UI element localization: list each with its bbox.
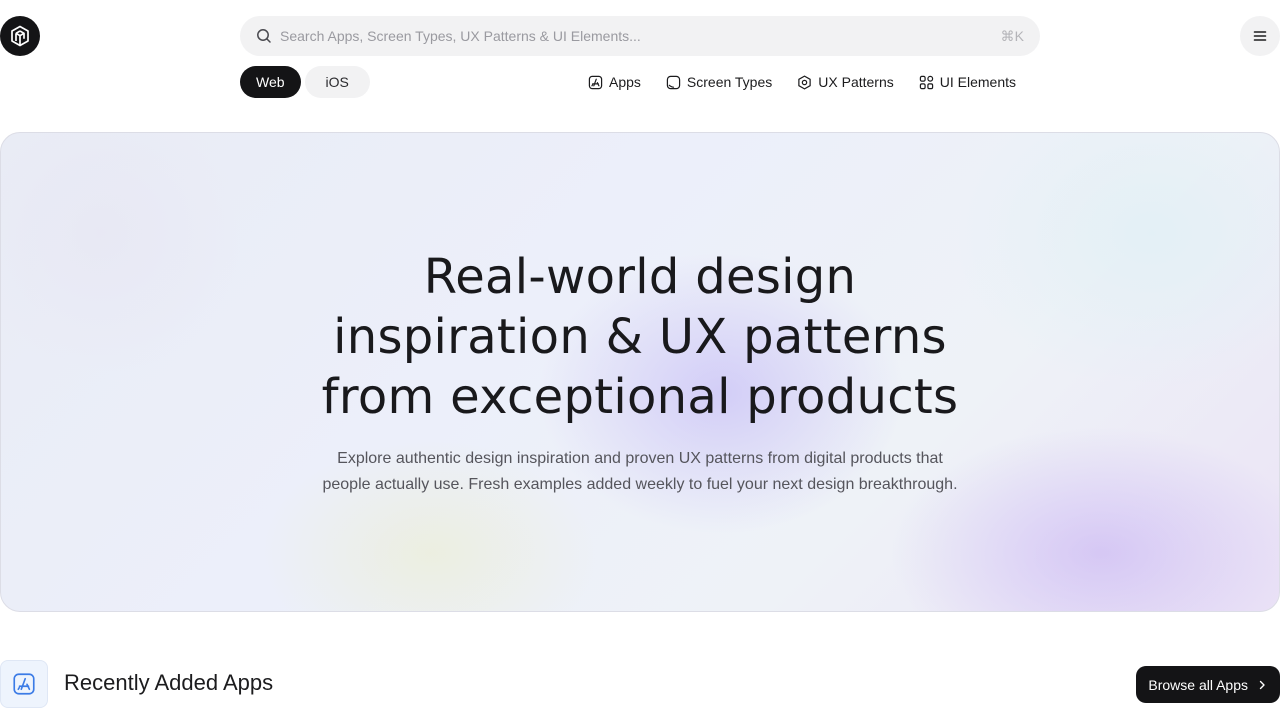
nav-item-label: UI Elements bbox=[939, 74, 1016, 90]
nav-item-apps[interactable]: Apps bbox=[580, 66, 649, 98]
section-app-store-icon-tile bbox=[0, 660, 48, 708]
keyboard-shortcut-hint: ⌘K bbox=[1000, 27, 1024, 44]
platform-toggle: Web iOS bbox=[240, 66, 370, 98]
app-store-icon bbox=[588, 75, 603, 89]
platform-ios-button[interactable]: iOS bbox=[304, 66, 370, 98]
nav-item-label: Screen Types bbox=[686, 74, 773, 90]
hero-subtitle: Explore authentic design inspiration and… bbox=[1, 446, 1279, 498]
logo-icon bbox=[11, 25, 29, 47]
app-store-icon bbox=[13, 673, 35, 695]
nav-item-ui-elements[interactable]: UI Elements bbox=[911, 66, 1024, 98]
nav-item-screen-types[interactable]: Screen Types bbox=[658, 66, 780, 98]
section-title: Recently Added Apps bbox=[64, 670, 274, 695]
search-icon bbox=[256, 28, 272, 44]
hero-banner: Real-world design inspiration & UX patte… bbox=[0, 132, 1280, 612]
menu-button[interactable] bbox=[1240, 16, 1280, 56]
hero-title: Real-world design inspiration & UX patte… bbox=[1, 247, 1279, 427]
nav-item-label: Apps bbox=[608, 74, 641, 90]
chevron-right-icon bbox=[1259, 680, 1265, 689]
hero-title-line: inspiration & UX patterns bbox=[333, 309, 947, 365]
hero-subtitle-line: Explore authentic design inspiration and… bbox=[337, 450, 943, 467]
hero-subtitle-line: people actually use. Fresh examples adde… bbox=[322, 476, 958, 493]
browse-all-apps-label: Browse all Apps bbox=[1148, 676, 1248, 693]
hero-title-line: from exceptional products bbox=[321, 369, 959, 425]
platform-web-button[interactable]: Web bbox=[240, 66, 301, 98]
category-nav: Apps Screen Types UX Patterns UI Element… bbox=[571, 66, 1024, 98]
hamburger-menu-icon bbox=[1253, 31, 1267, 41]
grid-icon bbox=[919, 75, 933, 89]
screen-icon bbox=[666, 75, 681, 89]
hero-title-line: Real-world design bbox=[423, 249, 857, 305]
search-bar[interactable]: ⌘K bbox=[240, 16, 1040, 56]
nav-item-ux-patterns[interactable]: UX Patterns bbox=[789, 66, 901, 98]
hexagon-icon bbox=[798, 75, 811, 89]
logo[interactable] bbox=[0, 16, 40, 56]
nav-item-label: UX Patterns bbox=[818, 74, 894, 90]
search-input[interactable] bbox=[280, 28, 1001, 44]
browse-all-apps-button[interactable]: Browse all Apps bbox=[1136, 666, 1280, 703]
